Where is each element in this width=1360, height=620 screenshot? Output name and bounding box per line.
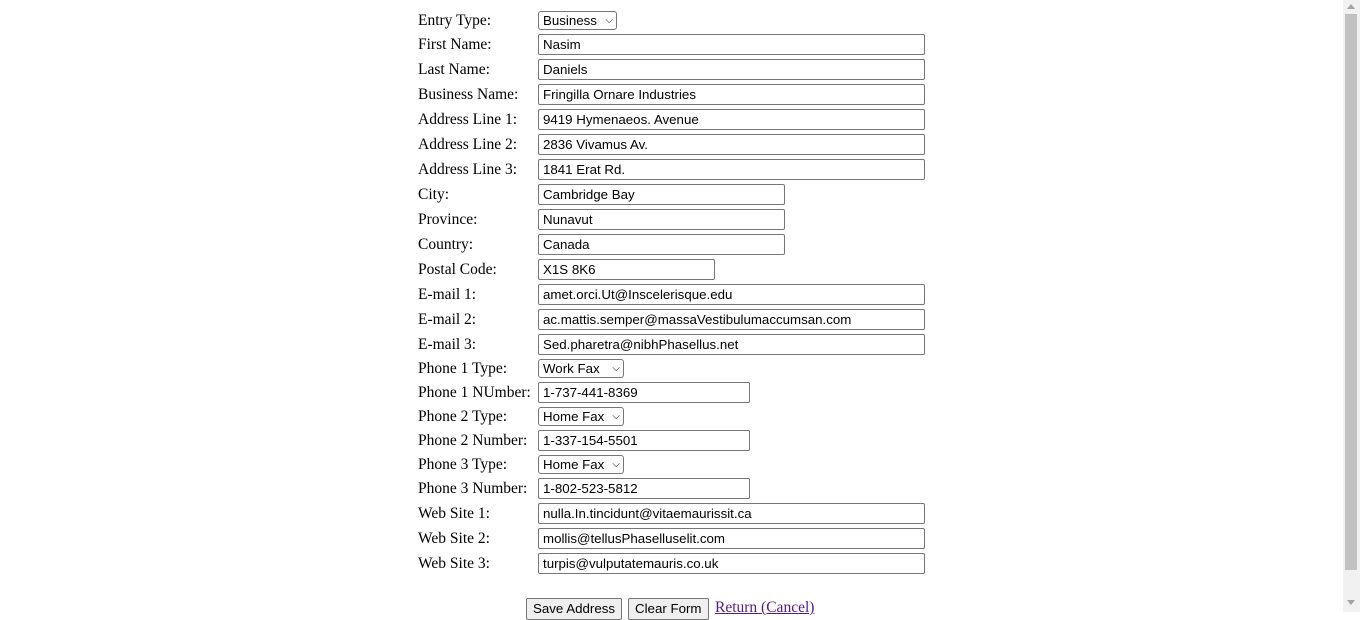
postal-code-field[interactable]: X1S 8K6 xyxy=(538,259,715,280)
scrollbar-thumb[interactable] xyxy=(1345,14,1357,570)
country-field[interactable]: Canada xyxy=(538,234,785,255)
label-last-name: Last Name: xyxy=(418,61,490,78)
phone-2-type-value: Home Fax xyxy=(543,409,605,424)
last-name-field[interactable]: Daniels xyxy=(538,59,925,80)
label-phone-1-type: Phone 1 Type: xyxy=(418,360,508,377)
label-phone-1-number: Phone 1 NUmber: xyxy=(418,384,531,401)
web-site-3-field[interactable]: turpis@vulputatemauris.co.uk xyxy=(538,553,925,574)
label-web-site-3: Web Site 3: xyxy=(418,555,490,572)
label-country: Country: xyxy=(418,236,474,253)
chevron-down-icon: ⌵ xyxy=(612,459,620,470)
label-email-3: E-mail 3: xyxy=(418,336,477,353)
entry-type-select[interactable]: Business ⌵ xyxy=(538,11,617,30)
phone-1-type-value: Work Fax xyxy=(543,361,600,376)
email-1-field[interactable]: amet.orci.Ut@Inscelerisque.edu xyxy=(538,284,925,305)
label-phone-3-number: Phone 3 Number: xyxy=(418,480,528,497)
address-line-1-field[interactable]: 9419 Hymenaeos. Avenue xyxy=(538,109,925,130)
address-line-3-field[interactable]: 1841 Erat Rd. xyxy=(538,159,925,180)
clear-form-button[interactable]: Clear Form xyxy=(628,598,709,620)
first-name-field[interactable]: Nasim xyxy=(538,34,925,55)
label-phone-2-number: Phone 2 Number: xyxy=(418,432,528,449)
label-address-line-2: Address Line 2: xyxy=(418,136,518,153)
web-site-1-field[interactable]: nulla.In.tincidunt@vitaemaurissit.ca xyxy=(538,503,925,524)
chevron-down-icon: ⌵ xyxy=(605,15,613,26)
phone-2-number-field[interactable]: 1-337-154-5501 xyxy=(538,430,750,451)
label-phone-3-type: Phone 3 Type: xyxy=(418,456,508,473)
email-2-field[interactable]: ac.mattis.semper@massaVestibulumaccumsan… xyxy=(538,309,925,330)
email-3-field[interactable]: Sed.pharetra@nibhPhasellus.net xyxy=(538,334,925,355)
city-field[interactable]: Cambridge Bay xyxy=(538,184,785,205)
save-address-button[interactable]: Save Address xyxy=(526,598,623,620)
chevron-down-icon: ⌵ xyxy=(612,411,620,422)
label-phone-2-type: Phone 2 Type: xyxy=(418,408,508,425)
label-address-line-1: Address Line 1: xyxy=(418,111,518,128)
entry-type-value: Business xyxy=(543,13,597,28)
phone-2-type-select[interactable]: Home Fax ⌵ xyxy=(538,407,624,426)
phone-3-number-field[interactable]: 1-802-523-5812 xyxy=(538,478,750,499)
label-city: City: xyxy=(418,186,450,203)
label-address-line-3: Address Line 3: xyxy=(418,161,518,178)
label-web-site-2: Web Site 2: xyxy=(418,530,490,547)
phone-3-type-value: Home Fax xyxy=(543,457,605,472)
return-cancel-link[interactable]: Return (Cancel) xyxy=(715,599,814,617)
label-email-2: E-mail 2: xyxy=(418,311,477,328)
label-web-site-1: Web Site 1: xyxy=(418,505,490,522)
address-line-2-field[interactable]: 2836 Vivamus Av. xyxy=(538,134,925,155)
chevron-down-icon: ⌵ xyxy=(612,363,620,374)
scroll-up-icon[interactable] xyxy=(1347,4,1355,9)
label-first-name: First Name: xyxy=(418,36,492,53)
province-field[interactable]: Nunavut xyxy=(538,209,785,230)
scroll-down-icon[interactable] xyxy=(1347,600,1355,605)
label-email-1: E-mail 1: xyxy=(418,286,477,303)
business-name-field[interactable]: Fringilla Ornare Industries xyxy=(538,84,925,105)
phone-1-number-field[interactable]: 1-737-441-8369 xyxy=(538,382,750,403)
label-business-name: Business Name: xyxy=(418,86,519,103)
phone-1-type-select[interactable]: Work Fax ⌵ xyxy=(538,359,624,378)
web-site-2-field[interactable]: mollis@tellusPhaselluselit.com xyxy=(538,528,925,549)
label-province: Province: xyxy=(418,211,478,228)
label-entry-type: Entry Type: xyxy=(418,12,492,29)
phone-3-type-select[interactable]: Home Fax ⌵ xyxy=(538,455,624,474)
label-postal-code: Postal Code: xyxy=(418,261,497,278)
vertical-scrollbar[interactable] xyxy=(1343,0,1360,612)
